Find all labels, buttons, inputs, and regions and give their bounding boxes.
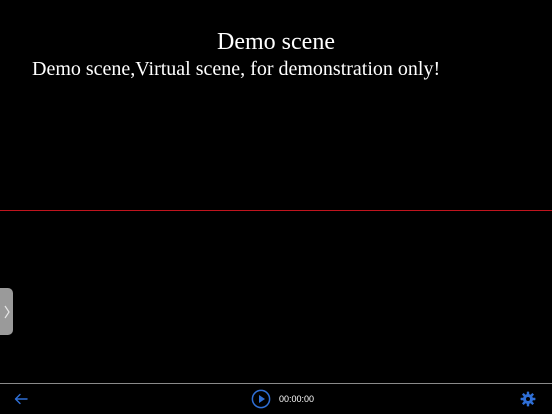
scene-subtitle: Demo scene,Virtual scene, for demonstrat… [32, 58, 441, 80]
chevron-right-icon [4, 305, 10, 318]
playback-timecode: 00:00:00 [279, 394, 315, 404]
back-button[interactable] [12, 391, 30, 407]
gear-icon [520, 391, 536, 407]
settings-button[interactable] [520, 391, 536, 407]
arrow-left-icon [14, 393, 28, 405]
side-panel-toggle[interactable] [0, 288, 13, 335]
play-circle-icon [251, 389, 271, 409]
horizontal-guide-line [0, 210, 552, 211]
play-button[interactable] [251, 389, 271, 409]
player-toolbar: 00:00:00 [0, 383, 552, 414]
scene-title: Demo scene [217, 29, 335, 55]
scene-viewer: Demo scene Demo scene,Virtual scene, for… [0, 0, 552, 414]
